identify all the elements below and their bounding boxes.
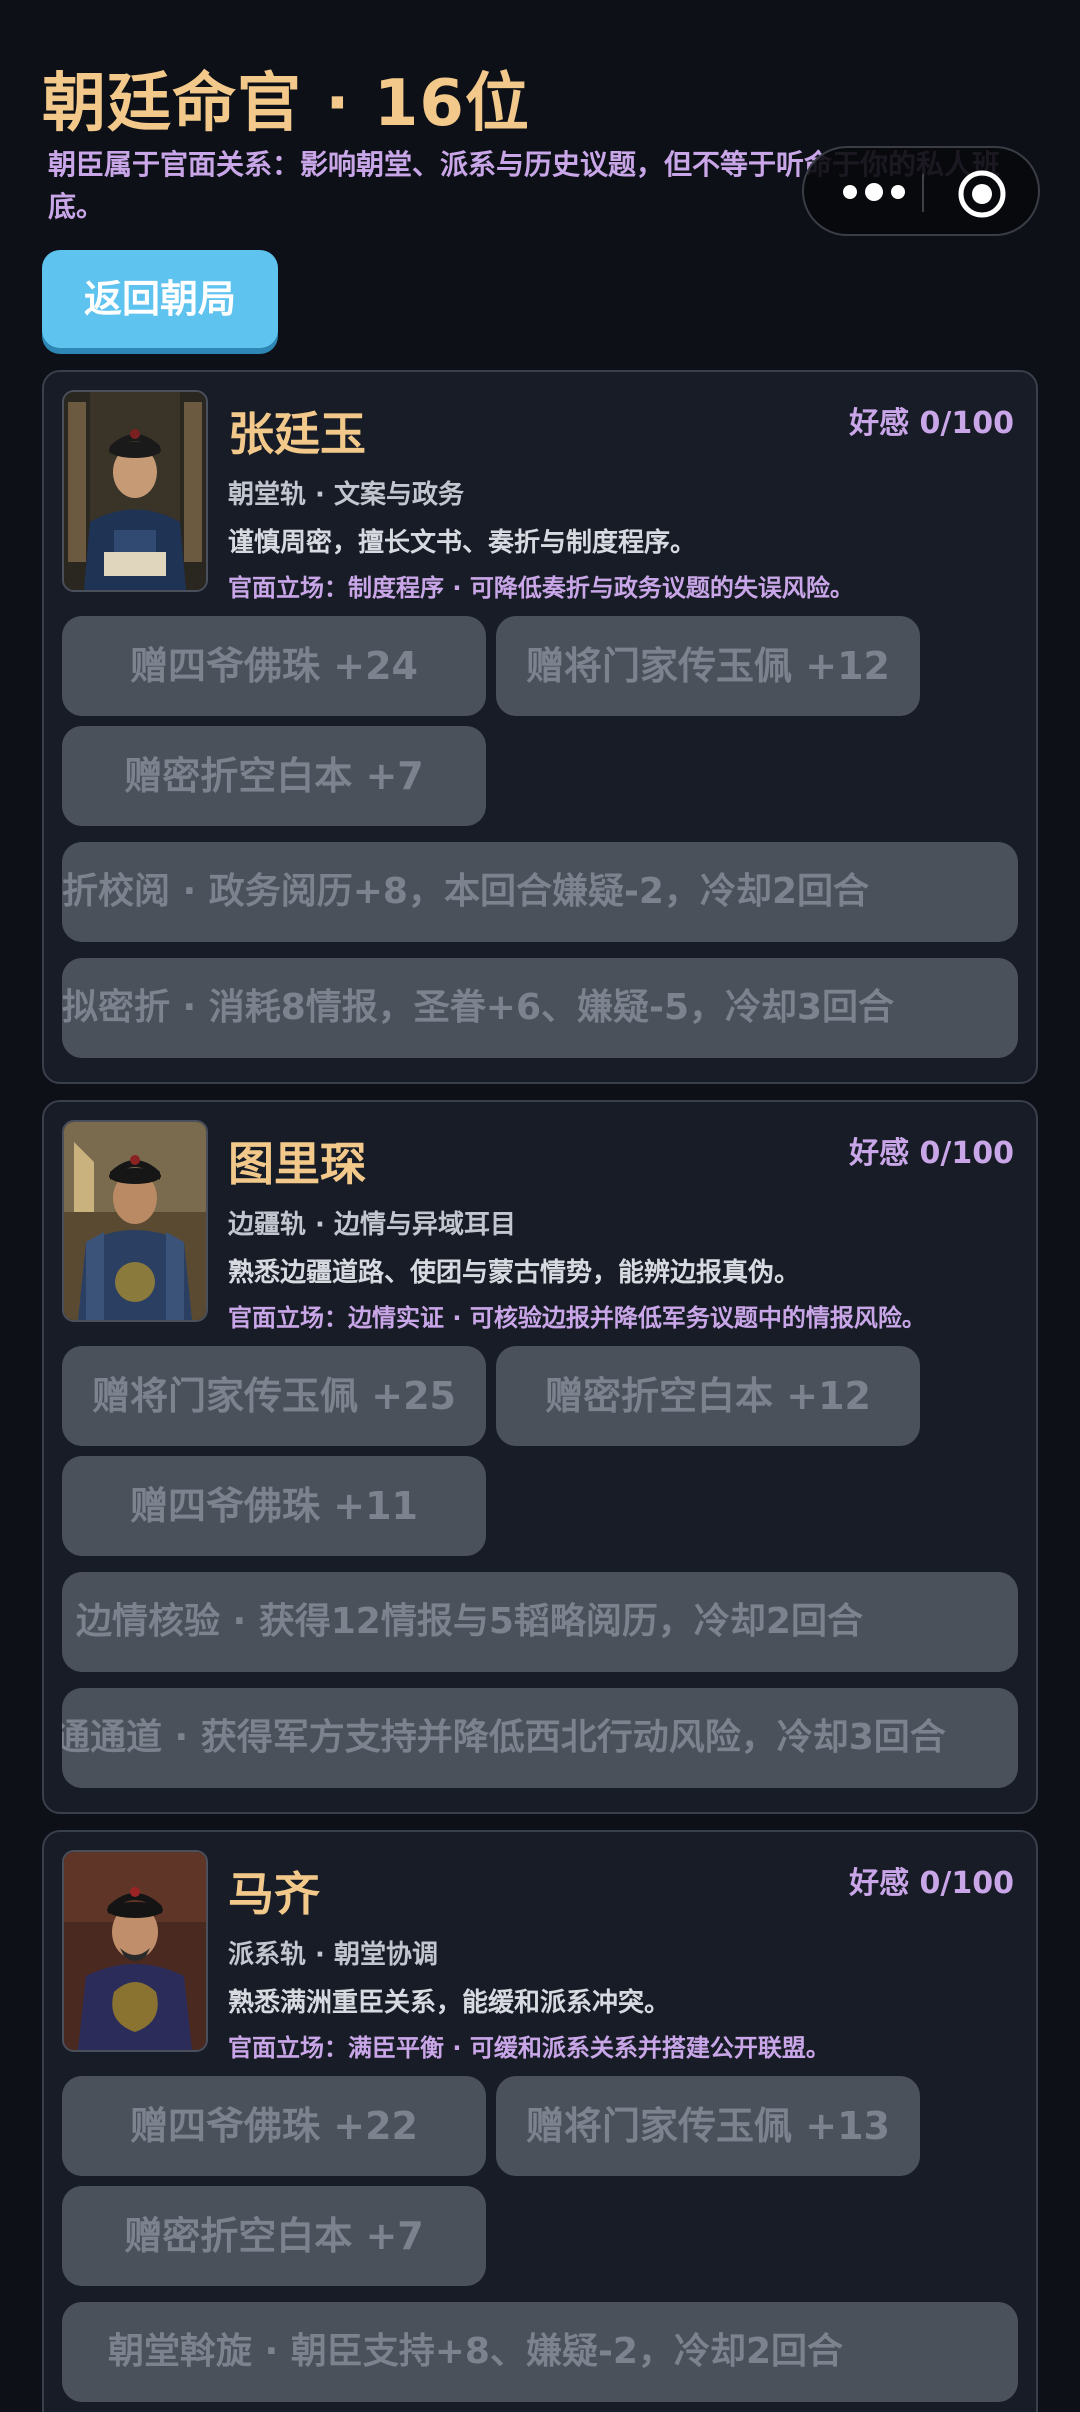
official-description: 谨慎周密，擅长文书、奏折与制度程序。	[228, 528, 697, 558]
action-button[interactable]: 朝堂斡旋 · 朝臣支持+8、嫌疑-2，冷却2回合	[62, 2302, 1018, 2402]
action-label: 疏通通道 · 获得军方支持并降低西北行动风险，冷却3回合	[62, 1717, 946, 1758]
official-name: 图里琛	[228, 1137, 366, 1191]
action-label: 朝堂斡旋 · 朝臣支持+8、嫌疑-2，冷却2回合	[108, 2331, 843, 2372]
back-to-court-button[interactable]: 返回朝局	[42, 250, 278, 348]
official-track: 边疆轨 · 边情与异域耳目	[228, 1210, 516, 1240]
favor-value: 好感 0/100	[849, 1136, 1014, 1171]
more-icon[interactable]	[834, 172, 914, 212]
official-stance: 官面立场：边情实证 · 可核验边报并降低军务议题中的情报风险。	[228, 1304, 926, 1332]
official-stance: 官面立场：制度程序 · 可降低奏折与政务议题的失误风险。	[228, 574, 854, 602]
action-label: 边情核验 · 获得12情报与5韬略阅历，冷却2回合	[76, 1601, 863, 1642]
miniprogram-capsule	[802, 146, 1040, 236]
official-card: 马齐 好感 0/100 派系轨 · 朝堂协调 熟悉满洲重臣关系，能缓和派系冲突。…	[42, 1830, 1038, 2412]
official-stance: 官面立场：满臣平衡 · 可缓和派系关系并搭建公开联盟。	[228, 2034, 830, 2062]
gift-button[interactable]: 赠密折空白本 +7	[62, 726, 486, 826]
official-track: 派系轨 · 朝堂协调	[228, 1940, 438, 1970]
action-label: 代拟密折 · 消耗8情报，圣眷+6、嫌疑-5，冷却3回合	[62, 987, 895, 1028]
favor-value: 好感 0/100	[849, 406, 1014, 441]
action-button[interactable]: 奏折校阅 · 政务阅历+8，本回合嫌疑-2，冷却2回合	[62, 842, 1018, 942]
official-description: 熟悉边疆道路、使团与蒙古情势，能辨边报真伪。	[228, 1258, 801, 1288]
favor-value: 好感 0/100	[849, 1866, 1014, 1901]
official-name: 张廷玉	[228, 407, 366, 461]
gift-button[interactable]: 赠密折空白本 +7	[62, 2186, 486, 2286]
close-miniprogram-icon[interactable]	[956, 168, 1008, 220]
official-portrait	[62, 1850, 208, 2052]
official-name: 马齐	[228, 1867, 320, 1921]
gift-button[interactable]: 赠密折空白本 +12	[496, 1346, 920, 1446]
gift-button[interactable]: 赠四爷佛珠 +11	[62, 1456, 486, 1556]
gift-button[interactable]: 赠四爷佛珠 +22	[62, 2076, 486, 2176]
official-description: 熟悉满洲重臣关系，能缓和派系冲突。	[228, 1988, 671, 2018]
action-button[interactable]: 边情核验 · 获得12情报与5韬略阅历，冷却2回合	[62, 1572, 1018, 1672]
officials-page: 朝廷命官 · 16位 朝臣属于官面关系：影响朝堂、派系与历史议题，但不等于听命于…	[0, 0, 1080, 2412]
page-title: 朝廷命官 · 16位	[42, 67, 530, 141]
action-button[interactable]: 代拟密折 · 消耗8情报，圣眷+6、嫌疑-5，冷却3回合	[62, 958, 1018, 1058]
gift-button[interactable]: 赠将门家传玉佩 +25	[62, 1346, 486, 1446]
official-track: 朝堂轨 · 文案与政务	[228, 480, 464, 510]
capsule-divider	[922, 174, 924, 212]
gift-button[interactable]: 赠四爷佛珠 +24	[62, 616, 486, 716]
official-card: 张廷玉 好感 0/100 朝堂轨 · 文案与政务 谨慎周密，擅长文书、奏折与制度…	[42, 370, 1038, 1084]
official-card: 图里琛 好感 0/100 边疆轨 · 边情与异域耳目 熟悉边疆道路、使团与蒙古情…	[42, 1100, 1038, 1814]
gift-button[interactable]: 赠将门家传玉佩 +13	[496, 2076, 920, 2176]
official-portrait	[62, 1120, 208, 1322]
gift-button[interactable]: 赠将门家传玉佩 +12	[496, 616, 920, 716]
official-portrait	[62, 390, 208, 592]
action-button[interactable]: 疏通通道 · 获得军方支持并降低西北行动风险，冷却3回合	[62, 1688, 1018, 1788]
action-label: 奏折校阅 · 政务阅历+8，本回合嫌疑-2，冷却2回合	[62, 871, 869, 912]
